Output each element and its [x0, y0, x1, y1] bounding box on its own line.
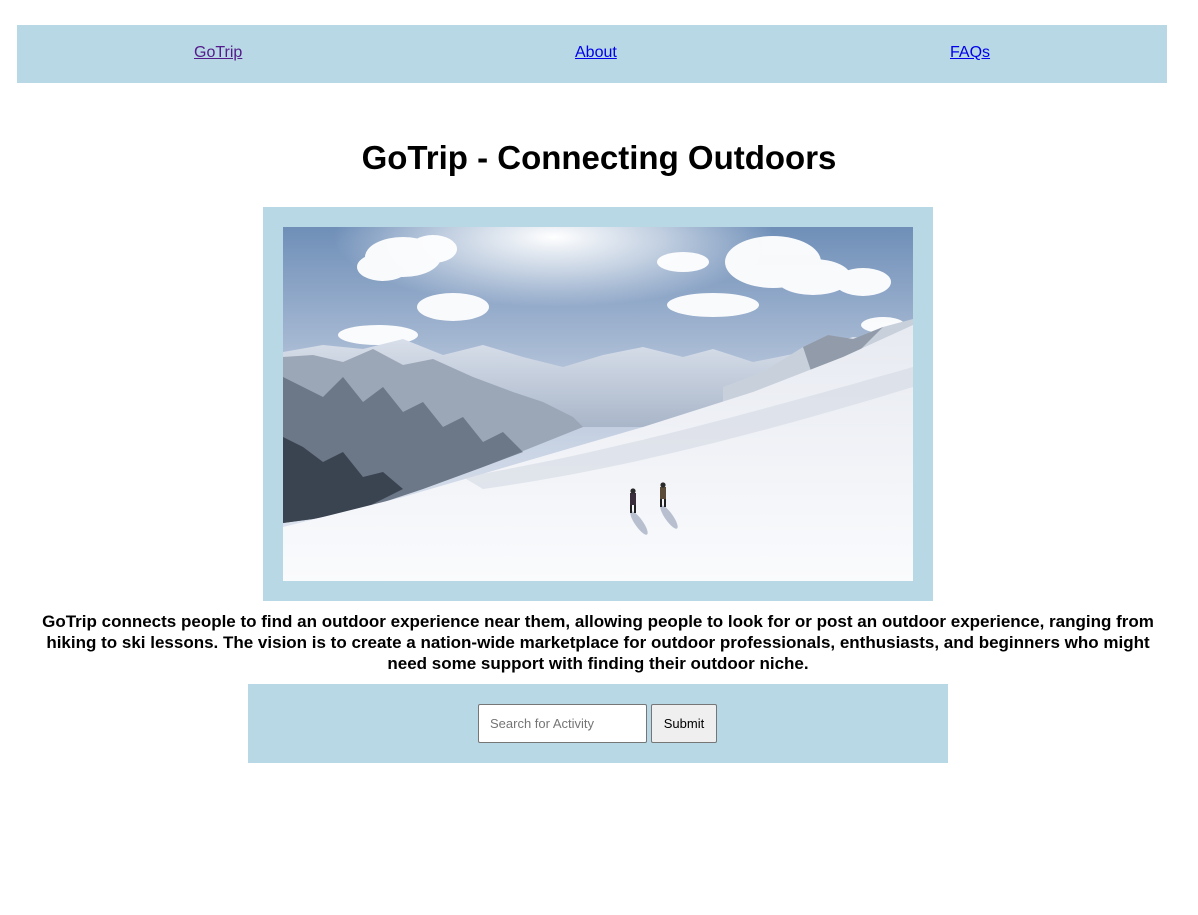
nav-link-gotrip[interactable]: GoTrip — [194, 44, 242, 62]
submit-button[interactable]: Submit — [651, 704, 717, 743]
hero-image-frame — [263, 207, 933, 601]
site-description: GoTrip connects people to find an outdoo… — [42, 612, 1154, 673]
search-panel: Submit — [248, 684, 948, 763]
top-nav: GoTrip About FAQs — [17, 25, 1167, 83]
nav-link-about[interactable]: About — [575, 44, 617, 62]
snowy-mountain-skiers-photo — [283, 227, 913, 581]
nav-link-faqs[interactable]: FAQs — [950, 44, 990, 62]
search-input[interactable] — [478, 704, 647, 743]
page-title: GoTrip - Connecting Outdoors — [361, 139, 837, 176]
